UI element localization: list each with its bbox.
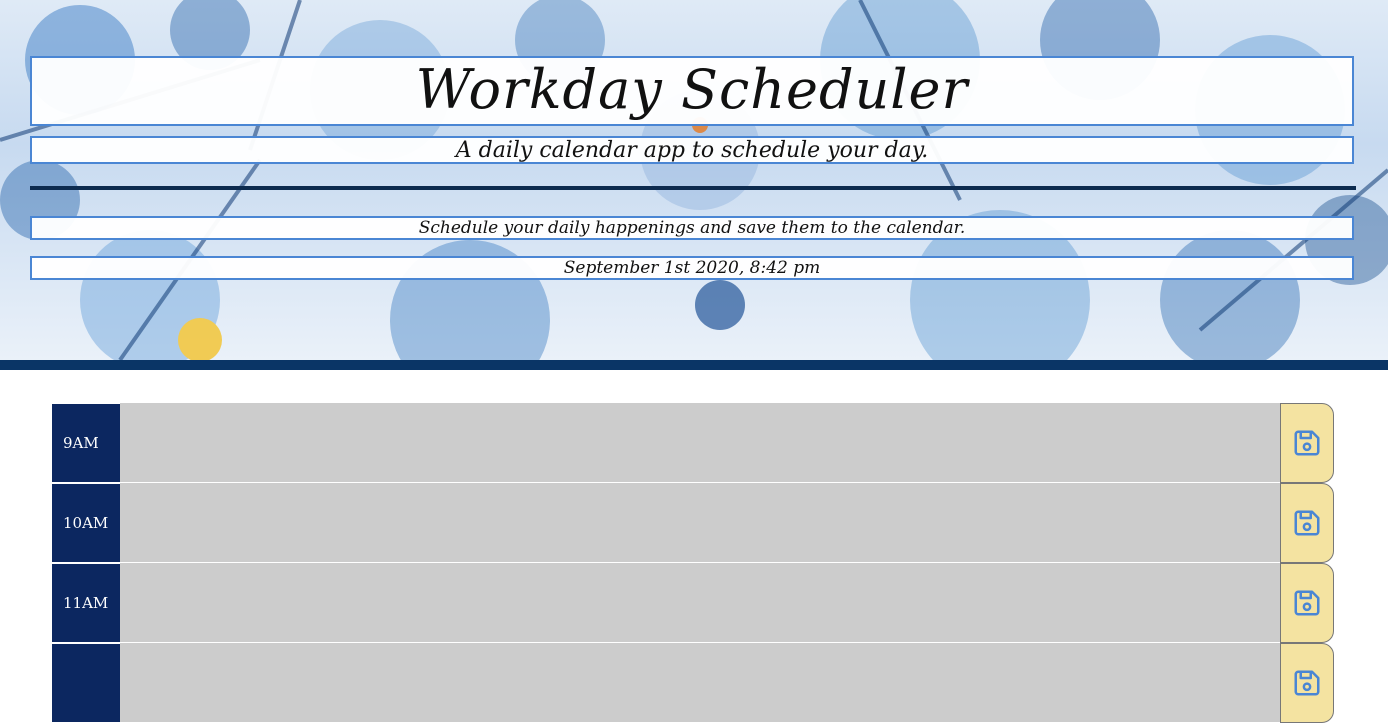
save-button[interactable] <box>1280 483 1334 563</box>
floppy-disk-icon <box>1294 430 1320 456</box>
floppy-disk-icon <box>1294 590 1320 616</box>
page-title: Workday Scheduler <box>30 56 1354 126</box>
event-description-input[interactable] <box>120 563 1280 643</box>
jumbotron-bottom-border <box>0 360 1388 370</box>
time-block-row <box>52 643 1334 723</box>
hour-label: 11AM <box>52 563 120 643</box>
hour-label <box>52 643 120 723</box>
event-description-input[interactable] <box>120 483 1280 563</box>
time-block-row: 11AM <box>52 563 1334 643</box>
save-button[interactable] <box>1280 563 1334 643</box>
event-description-input[interactable] <box>120 643 1280 723</box>
page-subtitle: A daily calendar app to schedule your da… <box>30 136 1354 164</box>
jumbotron-header: Workday Scheduler A daily calendar app t… <box>0 0 1388 360</box>
time-block-list: 9AM 10AM 11AM <box>52 403 1334 723</box>
event-description-input[interactable] <box>120 403 1280 483</box>
header-divider <box>30 186 1356 190</box>
floppy-disk-icon <box>1294 510 1320 536</box>
lead-text: Schedule your daily happenings and save … <box>30 216 1354 240</box>
current-day: September 1st 2020, 8:42 pm <box>30 256 1354 280</box>
time-block-row: 9AM <box>52 403 1334 483</box>
floppy-disk-icon <box>1294 670 1320 696</box>
save-button[interactable] <box>1280 403 1334 483</box>
time-block-row: 10AM <box>52 483 1334 563</box>
hour-label: 9AM <box>52 403 120 483</box>
watercolor-floral-background <box>0 0 1388 360</box>
save-button[interactable] <box>1280 643 1334 723</box>
hour-label: 10AM <box>52 483 120 563</box>
